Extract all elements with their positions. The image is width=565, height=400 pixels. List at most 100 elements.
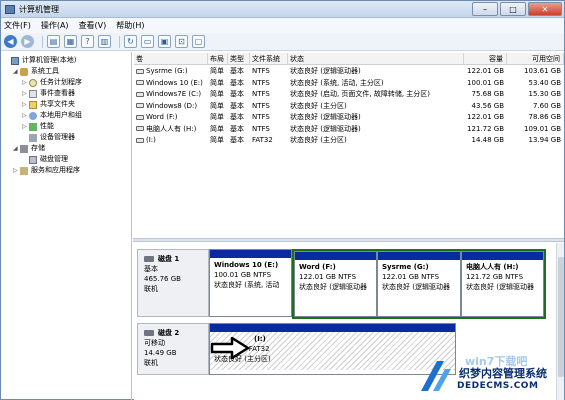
cell-capacity: 43.56 GB: [471, 101, 505, 110]
tree-item[interactable]: ▷ 本地用户和组: [1, 110, 131, 121]
cell-volume: Sysrme (G:): [134, 66, 208, 78]
tree-item[interactable]: ▷ 服务和应用程序: [1, 165, 131, 176]
tree-item[interactable]: ▷ 任务计划程序: [1, 77, 131, 88]
partition-e[interactable]: Windows 10 (E:) 100.01 GB NTFS 状态良好 (系统,…: [209, 249, 292, 317]
table-row[interactable]: Sysrme (G:) 简单 基本 NTFS 状态良好 (逻辑驱动器) 122.01 GB…: [134, 66, 564, 78]
disk-2-name: 磁盘 2: [158, 329, 180, 337]
column-header-status[interactable]: 状态: [288, 53, 464, 64]
cell-type: 基本: [230, 78, 244, 87]
tree-expander-icon[interactable]: ◢: [13, 66, 20, 77]
title-bar[interactable]: 计算机管理 – □ ✕: [1, 1, 564, 18]
tree-expander-icon[interactable]: ▷: [22, 99, 29, 110]
tree-expander-icon[interactable]: ▷: [13, 165, 20, 176]
cell-volume: (I:): [134, 135, 208, 147]
column-header-capacity[interactable]: 容量: [464, 53, 507, 64]
column-header-filesystem[interactable]: 文件系统: [250, 53, 288, 64]
cell-status: 状态良好 (启动, 页面文件, 故障转储, 主分区): [290, 90, 431, 98]
tree-item[interactable]: ◢ 系统工具: [1, 66, 131, 77]
tree-item-label: 事件查看器: [40, 89, 75, 97]
close-button[interactable]: ✕: [528, 2, 562, 16]
table-row[interactable]: 电脑人人有 (H:) 简单 基本 NTFS 状态良好 (逻辑驱动器) 121.72 GB 1…: [134, 124, 564, 136]
cell-filesystem: NTFS: [252, 113, 270, 121]
computer-icon: [11, 56, 19, 65]
disk-1-label[interactable]: 磁盘 1 基本 465.76 GB 联机: [137, 249, 209, 317]
console-tree-icon[interactable]: ▦: [64, 35, 77, 48]
partition-body: Word (F:) 122.01 GB NTFS 状态良好 (逻辑驱动器: [295, 260, 376, 294]
volume-icon: [136, 68, 144, 74]
disk-2-size: 14.49 GB: [144, 349, 177, 357]
menu-action[interactable]: 操作(A): [41, 20, 69, 31]
cell-volume: Word (F:): [134, 112, 208, 124]
tree-item-label: 系统工具: [31, 67, 59, 75]
refresh-icon[interactable]: ↻: [124, 35, 137, 48]
partition-h[interactable]: 电脑人人有 (H:) 121.72 GB NTFS 状态良好 (逻辑驱动器: [461, 251, 544, 317]
partition-body: Windows 10 (E:) 100.01 GB NTFS 状态良好 (系统,…: [210, 258, 291, 292]
table-row[interactable]: Windows7E (C:) 简单 基本 NTFS 状态良好 (启动, 页面文件, 故障…: [134, 89, 564, 101]
partition-g[interactable]: Sysrme (G:) 122.01 GB NTFS 状态良好 (逻辑驱动器: [377, 251, 461, 317]
tree-item[interactable]: 计算机管理(本地): [1, 55, 131, 66]
volume-name: Windows 10 (E:): [146, 78, 203, 87]
properties-icon[interactable]: ▥: [98, 35, 111, 48]
column-header-layout[interactable]: 布局: [208, 53, 228, 64]
partition-size: 122.01 GB NTFS: [382, 273, 440, 281]
tree-item[interactable]: ◢ 存储: [1, 143, 131, 154]
save-icon[interactable]: ▣: [158, 35, 171, 48]
cell-capacity: 100.01 GB: [467, 78, 504, 87]
partition-bar: [210, 250, 291, 258]
open-folder-icon[interactable]: ▭: [141, 35, 154, 48]
table-row[interactable]: Windows8 (D:) 简单 基本 NTFS 状态良好 (主分区) 43.56 GB 7…: [134, 101, 564, 113]
pane-splitter[interactable]: [133, 238, 564, 242]
cell-status: 状态良好 (逻辑驱动器): [290, 67, 361, 75]
tree-item-label: 本地用户和组: [40, 111, 82, 119]
partition-status: 状态良好 (逻辑驱动器: [466, 283, 534, 291]
column-header-type[interactable]: 类型: [228, 53, 250, 64]
back-button[interactable]: ◀: [4, 35, 17, 48]
column-header-free-space[interactable]: 可用空间: [507, 53, 564, 64]
partition-f[interactable]: Word (F:) 122.01 GB NTFS 状态良好 (逻辑驱动器: [294, 251, 377, 317]
help-icon[interactable]: ?: [81, 35, 94, 48]
export-icon[interactable]: ⊡: [175, 35, 188, 48]
menu-help[interactable]: 帮助(H): [116, 20, 144, 31]
cell-layout: 简单: [210, 101, 224, 110]
view-icon[interactable]: ▢: [192, 35, 205, 48]
column-header-volume[interactable]: 卷: [134, 53, 208, 64]
partition-status: 状态良好 (系统, 活动: [214, 281, 280, 289]
cell-filesystem: NTFS: [252, 101, 270, 110]
tree-expander-icon[interactable]: ◢: [13, 143, 20, 154]
window-title: 计算机管理: [19, 4, 59, 14]
tree-expander-icon[interactable]: ▷: [22, 110, 29, 121]
volume-name: 电脑人人有 (H:): [146, 124, 197, 133]
menu-view[interactable]: 查看(V): [79, 20, 107, 31]
services-icon: [20, 166, 28, 175]
menu-file[interactable]: 文件(F): [4, 20, 31, 31]
table-row[interactable]: Windows 10 (E:) 简单 基本 NTFS 状态良好 (系统, 活动, 主分区…: [134, 78, 564, 90]
cell-type: 基本: [230, 124, 244, 133]
volume-icon: [136, 114, 144, 120]
tree-item[interactable]: ▷ 性能: [1, 121, 131, 132]
tree-item[interactable]: 磁盘管理: [1, 154, 131, 165]
cell-layout: 简单: [210, 136, 224, 144]
minimize-button[interactable]: –: [472, 2, 498, 16]
partition-name: 电脑人人有 (H:): [466, 263, 519, 271]
tree-item-label: 计算机管理(本地): [22, 56, 77, 64]
cell-capacity: 122.01 GB: [467, 113, 504, 121]
maximize-button[interactable]: □: [500, 2, 526, 16]
up-folder-icon[interactable]: ▤: [47, 35, 60, 48]
disk-2-label[interactable]: 磁盘 2 可移动 14.49 GB 联机: [137, 323, 209, 375]
tree-expander-icon[interactable]: ▷: [22, 88, 29, 99]
disk-1-size: 465.76 GB: [144, 275, 181, 283]
table-row[interactable]: (I:) 简单 基本 FAT32 状态良好 (主分区) 14.48 GB 13.94 GB: [134, 135, 564, 147]
tree-item[interactable]: ▷ 共享文件夹: [1, 99, 131, 110]
cell-free-space: 7.60 GB: [532, 101, 561, 110]
cell-capacity: 121.72 GB: [467, 124, 504, 133]
disk-1-name-row: 磁盘 1: [144, 254, 208, 264]
tree-expander-icon[interactable]: ▷: [22, 77, 29, 88]
tree-item-label: 服务和应用程序: [31, 166, 80, 174]
storage-icon: [20, 144, 28, 153]
tree-item[interactable]: ▷ 事件查看器: [1, 88, 131, 99]
tree-expander-icon[interactable]: ▷: [22, 121, 29, 132]
forward-button[interactable]: ▶: [21, 35, 34, 48]
tree-item[interactable]: 设备管理器: [1, 132, 131, 143]
table-row[interactable]: Word (F:) 简单 基本 NTFS 状态良好 (逻辑驱动器) 122.01 GB 78…: [134, 112, 564, 124]
volume-icon: [136, 126, 144, 131]
